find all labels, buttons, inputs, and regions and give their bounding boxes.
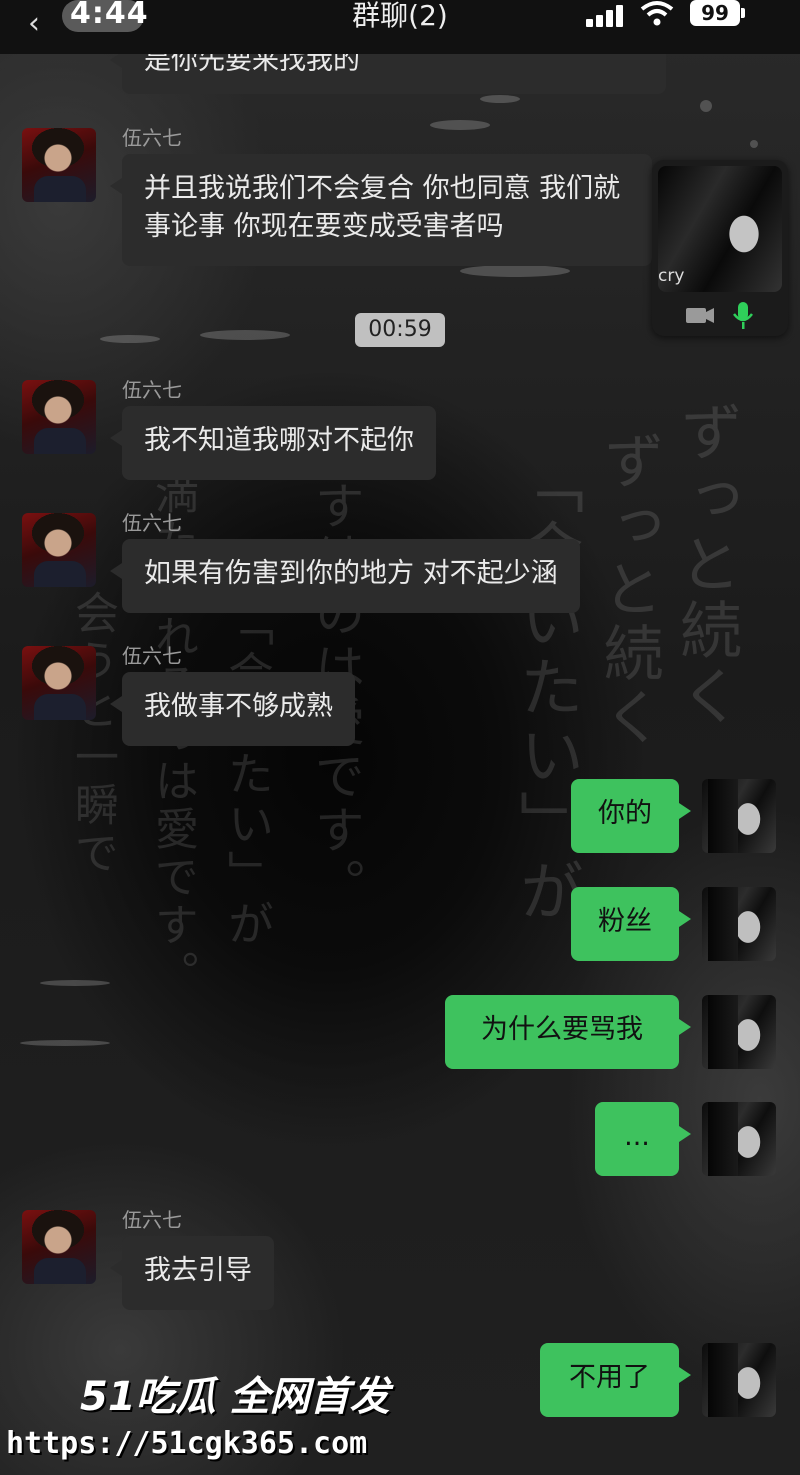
- microphone-icon[interactable]: [733, 302, 753, 329]
- video-label: cry: [658, 266, 685, 286]
- message-bubble-mine[interactable]: 你的: [571, 779, 691, 853]
- message-text: 如果有伤害到你的地方 对不起少涵: [144, 558, 558, 589]
- message-bubble-mine[interactable]: 为什么要骂我: [445, 995, 691, 1069]
- battery-tip: [741, 8, 745, 18]
- avatar[interactable]: [22, 128, 96, 202]
- sender-name: 伍六七: [122, 378, 182, 402]
- cellular-signal-icon: [586, 5, 628, 27]
- avatar[interactable]: [22, 646, 96, 720]
- wifi-icon: [640, 1, 674, 26]
- message-text: 不用了: [569, 1362, 650, 1393]
- avatar[interactable]: [22, 1210, 96, 1284]
- battery-indicator: 99: [690, 0, 740, 26]
- chat-title: 群聊(2): [352, 0, 448, 32]
- video-camera-icon[interactable]: [686, 308, 714, 323]
- message-bubble[interactable]: 我做事不够成熟: [110, 672, 355, 746]
- my-avatar[interactable]: [702, 887, 776, 961]
- message-text: 我不知道我哪对不起你: [144, 425, 414, 456]
- message-text: 你的: [598, 798, 652, 829]
- message-text: 并且我说我们不会复合 你也同意 我们就事论事 你现在要变成受害者吗: [144, 173, 621, 242]
- message-text: 粉丝: [598, 906, 652, 937]
- my-avatar[interactable]: [702, 779, 776, 853]
- floating-video-window[interactable]: cry: [652, 160, 788, 336]
- message-bubble[interactable]: 如果有伤害到你的地方 对不起少涵: [110, 539, 580, 613]
- my-avatar[interactable]: [702, 995, 776, 1069]
- message-bubble-mine[interactable]: 粉丝: [571, 887, 691, 961]
- message-text: 我去引导: [144, 1255, 252, 1286]
- message-bubble[interactable]: 我去引导: [110, 1236, 274, 1310]
- watermark-brand: 51吃瓜 全网首发: [80, 1374, 390, 1420]
- message-text: 为什么要骂我: [481, 1014, 643, 1045]
- sender-name: 伍六七: [122, 126, 182, 150]
- message-bubble[interactable]: 我不知道我哪对不起你: [110, 406, 436, 480]
- video-controls: [686, 302, 753, 329]
- sender-name: 伍六七: [122, 644, 182, 668]
- message-bubble-mine[interactable]: 不用了: [540, 1343, 691, 1417]
- sender-name: 伍六七: [122, 511, 182, 535]
- message-bubble-mine[interactable]: ...: [595, 1102, 691, 1176]
- top-bar: ‹ 4:44 群聊(2) 99: [0, 0, 800, 54]
- my-avatar[interactable]: [702, 1343, 776, 1417]
- sender-name: 伍六七: [122, 1208, 182, 1232]
- message-text: ...: [624, 1121, 650, 1152]
- avatar[interactable]: [22, 380, 96, 454]
- avatar[interactable]: [22, 513, 96, 587]
- message-bubble[interactable]: 并且我说我们不会复合 你也同意 我们就事论事 你现在要变成受害者吗: [110, 154, 652, 266]
- call-timestamp: 00:59: [355, 313, 445, 347]
- my-avatar[interactable]: [702, 1102, 776, 1176]
- message-text: 我做事不够成熟: [144, 691, 333, 722]
- watermark-url: https://51cgk365.com: [6, 1426, 368, 1461]
